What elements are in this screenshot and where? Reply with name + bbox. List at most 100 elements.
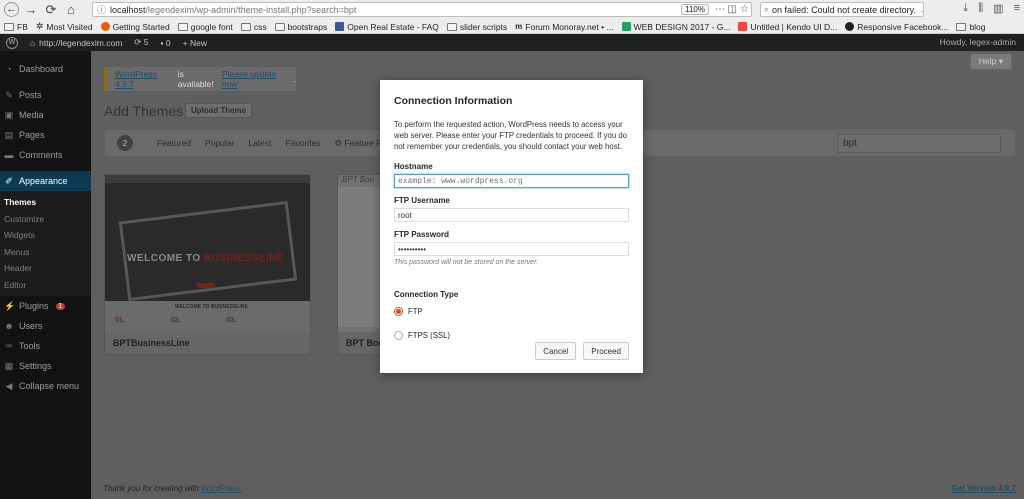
forward-icon[interactable]: → (23, 2, 39, 18)
bookmark-bootstraps[interactable]: bootstraps (274, 22, 327, 32)
ftp-password-input[interactable] (394, 242, 629, 256)
submenu-widgets[interactable]: Widgets (0, 227, 91, 244)
headline-b: BUSINESSLINE (203, 253, 284, 264)
screenshot-number: 01. (115, 317, 125, 324)
upload-theme-button[interactable]: Upload Theme (185, 103, 253, 118)
bookmark-star-icon[interactable]: ☆ (740, 4, 749, 15)
theme-count: 2 (117, 135, 133, 151)
bookmark-label: css (253, 21, 267, 32)
filter-favorites[interactable]: Favorites (286, 138, 321, 148)
sidebar-item-pages[interactable]: ▤ Pages (0, 125, 91, 145)
bookmarks-toolbar: FB ✲ Most Visited Getting Started google … (0, 19, 1024, 34)
settings-icon: ▦ (4, 360, 14, 371)
hostname-input[interactable] (394, 174, 629, 188)
zoom-level[interactable]: 110% (681, 4, 709, 15)
folder-icon (956, 22, 967, 31)
sidebar-item-tools[interactable]: ✑ Tools (0, 336, 91, 356)
submenu-themes[interactable]: Themes (0, 194, 91, 211)
sidebar-item-dashboard[interactable]: ◔ Dashboard (0, 59, 91, 79)
bookmark-label: slider scripts (459, 21, 508, 32)
radio-button[interactable] (394, 330, 403, 340)
bookmark-label: FB (17, 21, 28, 32)
sidebar-item-appearance[interactable]: ✐ Appearance (0, 171, 91, 191)
info-icon[interactable]: ⓘ (97, 3, 106, 16)
radio-ftp[interactable]: FTP (394, 305, 629, 317)
wordpress-link[interactable]: WordPress (201, 484, 241, 493)
sidebar-item-plugins[interactable]: ⚡ Plugins 1 (0, 296, 91, 316)
search-icon: ⌕ (764, 4, 770, 14)
bookmark-slider-scripts[interactable]: slider scripts (446, 21, 508, 32)
wp-admin-bar: W ⌂ http://legendexim.com ⟳ 5 ▪ 0 + New … (0, 34, 1024, 51)
plugins-update-badge: 1 (55, 302, 66, 310)
screenshot-button (197, 283, 215, 288)
sidebar-item-posts[interactable]: ✎ Posts (0, 85, 91, 105)
filter-latest[interactable]: Latest (248, 138, 271, 148)
search-text: on failed: Could not create directory. (772, 4, 916, 15)
screenshot-lower: WELCOME TO BUSINESSLINE 01. 02. 03. (105, 301, 310, 332)
admin-sidebar: ◔ Dashboard ✎ Posts ▣ Media ▤ Pages ▬ Comment… (0, 51, 91, 499)
theme-search-input[interactable]: bpt (837, 134, 1001, 153)
radio-ftps[interactable]: FTPS (SSL) (394, 329, 629, 341)
bookmark-getting-started[interactable]: Getting Started (100, 21, 170, 32)
site-link[interactable]: http://legendexim.com (39, 38, 122, 48)
wordpress-logo-icon[interactable]: W (6, 36, 18, 49)
bookmark-open-real-estate[interactable]: Open Real Estate - FAQ (335, 22, 439, 32)
bookmark-kendo[interactable]: Untitled | Kendo UI D... (738, 22, 837, 32)
home-icon[interactable]: ⌂ (30, 38, 35, 48)
search-go-icon[interactable]: → (919, 5, 923, 15)
proceed-button[interactable]: Proceed (583, 342, 629, 360)
sidebar-item-label: Appearance (19, 176, 68, 186)
menu-icon[interactable]: ≡ (1014, 2, 1020, 15)
filter-popular[interactable]: Popular (205, 138, 234, 148)
bookmark-blog[interactable]: blog (956, 22, 986, 32)
ftp-username-input[interactable] (394, 208, 629, 222)
update-now-link[interactable]: Please update now (222, 69, 294, 89)
sidebar-item-users[interactable]: ☻ Users (0, 316, 91, 336)
sidebar-item-comments[interactable]: ▬ Comments (0, 145, 91, 165)
bookmark-most-visited[interactable]: ✲ Most Visited (36, 21, 93, 32)
sidebar-icon[interactable]: ▥ (993, 2, 1003, 15)
user-icon: ☻ (4, 321, 14, 331)
library-icon[interactable]: ⫼ (978, 2, 983, 15)
bookmark-css[interactable]: css (240, 21, 267, 32)
sidebar-item-collapse[interactable]: ◀ Collapse menu (0, 376, 91, 396)
help-tab[interactable]: Help ▾ (969, 53, 1012, 70)
updates-link[interactable]: ⟳ 5 (134, 37, 148, 48)
bookmark-label: Getting Started (112, 21, 170, 32)
monoray-icon: m (515, 22, 523, 31)
pocket-icon[interactable]: ◫ (728, 4, 737, 15)
wordpress-version-link[interactable]: WordPress 4.9.7 (115, 69, 178, 89)
theme-card-bptbusinessline[interactable]: WELCOME TO BUSINESSLINE WELCOME TO BUSIN… (104, 174, 311, 355)
cancel-button[interactable]: Cancel (535, 342, 577, 360)
dialog-title: Connection Information (394, 95, 513, 107)
bookmark-forum-monoray[interactable]: m Forum Monoray.net • ... (515, 22, 613, 32)
bookmark-fb[interactable]: FB (4, 22, 28, 32)
comment-icon: ▬ (4, 150, 14, 160)
sidebar-item-settings[interactable]: ▦ Settings (0, 356, 91, 376)
sidebar-item-media[interactable]: ▣ Media (0, 105, 91, 125)
bookmark-google-font[interactable]: google font (177, 22, 233, 32)
submenu-menus[interactable]: Menus (0, 244, 91, 261)
home-icon[interactable]: ⌂ (63, 2, 79, 18)
filter-featured[interactable]: Featured (157, 138, 191, 148)
submenu-editor[interactable]: Editor (0, 277, 91, 294)
more-actions-icon[interactable]: ⋯ (715, 4, 725, 15)
url-bar[interactable]: ⓘ localhost/legendexim/wp-admin/theme-in… (92, 2, 752, 17)
comments-link[interactable]: ▪ 0 (161, 38, 171, 48)
brush-icon: ✐ (5, 175, 13, 186)
reload-icon[interactable]: ⟳ (43, 2, 59, 18)
new-content-link[interactable]: + New (183, 38, 207, 48)
bookmark-web-design[interactable]: WEB DESIGN 2017 - G... (621, 22, 730, 32)
sidebar-item-label: Posts (19, 90, 42, 100)
footer-version-link[interactable]: Get Version 4.9.7 (952, 484, 1016, 493)
bookmark-responsive-facebook[interactable]: Responsive Facebook... (845, 22, 948, 32)
submenu-customize[interactable]: Customize (0, 211, 91, 228)
user-greeting[interactable]: Howdy, legex-admin (940, 37, 1016, 47)
submenu-header[interactable]: Header (0, 260, 91, 277)
radio-button-selected[interactable] (394, 306, 403, 316)
password-hint: This password will not be stored on the … (394, 259, 539, 266)
search-bar[interactable]: ⌕ on failed: Could not create directory.… (760, 2, 924, 17)
back-icon[interactable]: ← (4, 2, 19, 17)
sheet-icon (621, 22, 631, 31)
download-icon[interactable]: ⤓ (963, 2, 968, 15)
